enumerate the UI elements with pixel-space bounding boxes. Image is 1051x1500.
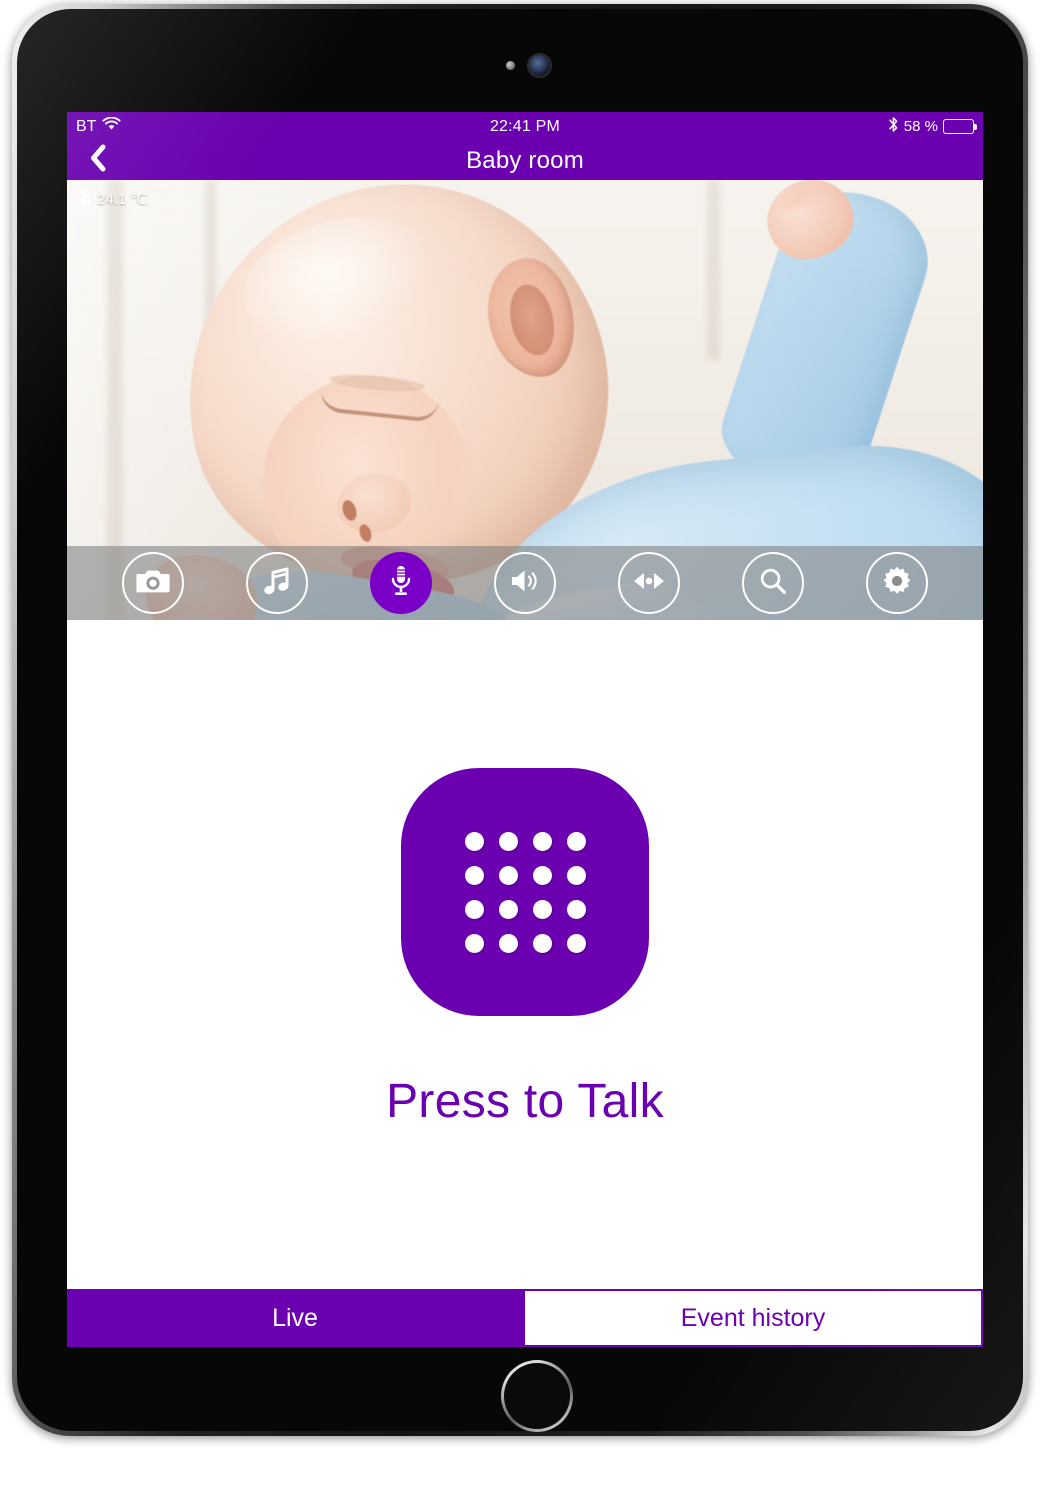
front-camera-lens-icon [529,55,550,76]
press-to-talk-button[interactable] [401,768,649,1016]
camera-control-toolbar [67,546,983,620]
press-to-talk-panel: Press to Talk [67,620,983,1277]
lullaby-button[interactable] [246,552,308,614]
mic-grille-dot [532,899,552,919]
mic-grille-dot [532,831,552,851]
tab-event-history[interactable]: Event history [523,1289,983,1347]
snapshot-button[interactable] [122,552,184,614]
tablet-device: BT 22:41 PM 58 % Baby room 24.1 ℃ Press … [12,4,1028,1436]
back-button[interactable] [83,144,113,177]
mic-grille-dot [498,899,518,919]
battery-icon [943,119,977,134]
mic-grille-dot [464,933,484,953]
mic-grille-dot [566,899,586,919]
mic-grille-dot [464,831,484,851]
camera-icon [136,567,170,600]
mic-grille-dot [566,865,586,885]
tablet-screen: BT 22:41 PM 58 % Baby room 24.1 ℃ Press … [67,112,983,1347]
status-bar: BT 22:41 PM 58 % [67,112,983,141]
tab-live[interactable]: Live [67,1289,523,1347]
tab-event-history-label: Event history [680,1303,826,1332]
press-to-talk-label: Press to Talk [386,1075,664,1128]
pan-arrows-icon [632,570,666,597]
mic-grille-dot [532,933,552,953]
status-bar-time: 22:41 PM [489,117,561,135]
status-bar-right: 58 % [888,116,977,138]
mic-grille-dot [532,865,552,885]
mic-grille-dot [566,933,586,953]
zoom-button[interactable] [742,552,804,614]
mic-grille-dot [498,865,518,885]
temperature-value: 24.1 ℃ [97,191,148,208]
speaker-icon [509,567,541,600]
ambient-light-sensor-icon [506,61,515,70]
bluetooth-icon [888,116,899,138]
music-note-icon [262,565,292,602]
page-title: Baby room [466,146,584,174]
microphone-icon [389,564,413,603]
mic-grille-dot [566,831,586,851]
live-video-feed[interactable]: 24.1 ℃ [67,180,983,620]
settings-button[interactable] [866,552,928,614]
temperature-indicator: 24.1 ℃ [79,187,147,211]
mic-grille-dot [498,831,518,851]
pan-tilt-button[interactable] [618,552,680,614]
volume-button[interactable] [494,552,556,614]
mic-grille-dot [464,899,484,919]
tablet-bezel: BT 22:41 PM 58 % Baby room 24.1 ℃ Press … [17,9,1023,1431]
mic-grille-dot [464,865,484,885]
magnifier-icon [758,566,788,601]
navigation-bar: Baby room [67,141,983,180]
mic-grille-dot [498,933,518,953]
gear-icon [881,565,913,602]
thermometer-icon [79,187,92,211]
tab-live-label: Live [272,1303,318,1332]
bottom-tab-bar: Live Event history [67,1289,983,1347]
talk-toggle-button[interactable] [370,552,432,614]
back-chevron-icon [88,144,108,177]
home-button[interactable] [501,1360,573,1432]
battery-percent-label: 58 % [903,118,938,135]
